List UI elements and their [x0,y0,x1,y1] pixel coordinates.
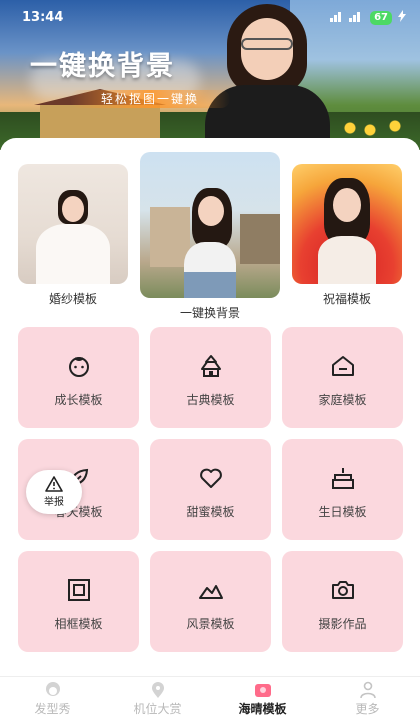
tile-growth-template[interactable]: 成长模板 [18,327,139,428]
tile-family-template[interactable]: 家庭模板 [282,327,403,428]
tile-label: 甜蜜模板 [186,505,235,519]
banner-flowers [340,118,420,138]
tab-label: 更多 [355,701,380,716]
hairstyle-icon [45,681,60,696]
pagoda-icon [200,355,221,377]
tile-photography-works[interactable]: 摄影作品 [282,551,403,652]
template-icon [254,683,271,697]
tile-label: 相框模板 [54,617,103,631]
tile-label: 摄影作品 [318,617,367,631]
heart-icon [199,468,222,488]
featured-label-wedding: 婚纱模板 [48,292,97,306]
tile-label: 家庭模板 [318,393,367,407]
featured-wedding-card[interactable] [18,164,128,284]
status-indicators: 67 [330,10,406,25]
mountain-icon [198,585,223,599]
tile-scenery-template[interactable]: 风景模板 [150,551,271,652]
wedding-photo [18,164,128,284]
tile-label: 风景模板 [186,617,235,631]
tile-frame-template[interactable]: 相框模板 [18,551,139,652]
banner-subtitle: 轻松抠图一键换 [70,90,230,108]
report-button[interactable]: 举报 [26,470,82,514]
tab-location[interactable]: 机位大赏 [105,677,210,720]
battery-indicator: 67 [370,10,392,25]
tile-classical-template[interactable]: 古典模板 [150,327,271,428]
report-label: 举报 [44,497,64,508]
baby-face-icon [68,357,89,377]
location-icon [151,681,164,698]
tile-label: 生日模板 [318,505,367,519]
frame-icon [67,579,90,601]
tile-birthday-template[interactable]: 生日模板 [282,439,403,540]
cake-icon [331,468,354,489]
tab-label: 机位大赏 [133,701,182,716]
banner-model-photo [205,0,330,150]
featured-label-bg-change: 一键换背景 [179,306,240,320]
warning-icon [45,476,63,492]
featured-blessing-card[interactable] [292,164,402,284]
house-icon [331,356,354,376]
tile-label: 古典模板 [186,393,235,407]
charging-icon [398,10,406,25]
tab-label: 海晴模板 [238,701,287,716]
user-icon [359,681,376,698]
tile-sweet-template[interactable]: 甜蜜模板 [150,439,271,540]
tab-label: 发型秀 [34,701,71,716]
status-time: 13:44 [22,10,64,25]
tab-templates[interactable]: 海晴模板 [210,677,315,720]
bg-change-photo [140,152,280,298]
camera-icon [331,581,354,599]
banner-title: 一键换背景 [30,51,175,82]
tile-label: 成长模板 [54,393,103,407]
featured-label-blessing: 祝福模板 [322,292,371,306]
signal-icon [330,10,364,25]
blessing-photo [292,164,402,284]
bottom-tab-bar: 发型秀 机位大赏 海晴模板 更多 [0,676,420,720]
tab-hairstyle[interactable]: 发型秀 [0,677,105,720]
main-content: 婚纱模板 一键换背景 祝福模板 成长模板 古典模板 家庭模板 春天模板 甜蜜模板… [0,138,420,678]
tab-more[interactable]: 更多 [315,677,420,720]
featured-bg-change-card[interactable] [140,152,280,298]
